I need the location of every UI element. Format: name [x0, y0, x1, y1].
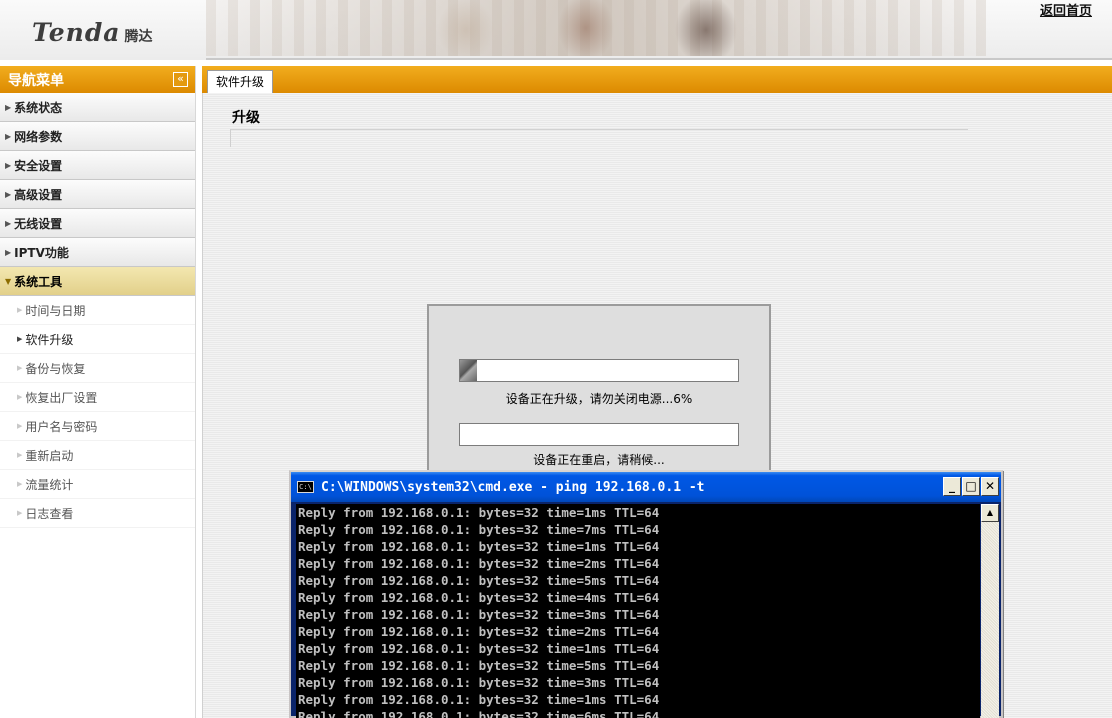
submenu-arrow-icon: ▶	[17, 509, 23, 517]
content-left-border	[202, 93, 203, 718]
sidebar-submenu-label: 备份与恢复	[25, 361, 86, 376]
sidebar-submenu-item[interactable]: ▶ 用户名与密码	[0, 412, 195, 441]
sidebar-submenu-label: 恢复出厂设置	[25, 390, 98, 405]
reboot-status-text: 设备正在重启，请稍候...	[533, 453, 665, 467]
nav-menu-list: ▶ 系统状态 ▶ 网络参数 ▶ 安全设置 ▶ 高级设置 ▶ 无线设置 ▶ IPTV功能 ▼ 系统工具 ▶ 时间…	[0, 93, 195, 528]
sidebar-submenu-item[interactable]: ▶ 软件升级	[0, 325, 195, 354]
section-divider	[230, 129, 968, 130]
collapsed-arrow-icon: ▶	[5, 189, 12, 199]
scroll-up-arrow-icon[interactable]: ▲	[981, 504, 999, 522]
upgrade-progress-bar	[459, 359, 739, 382]
submenu-arrow-icon: ▶	[17, 422, 23, 430]
cmd-scrollbar[interactable]: ▲	[981, 504, 999, 718]
sidebar-menu-item[interactable]: ▶ 高级设置	[0, 180, 195, 209]
reboot-progress-bar	[459, 423, 739, 446]
submenu-arrow-icon: ▶	[17, 335, 23, 343]
sidebar-menu-label: 网络参数	[14, 129, 63, 144]
sidebar-menu-item[interactable]: ▶ 网络参数	[0, 122, 195, 151]
sidebar-menu-label: 安全设置	[14, 158, 63, 173]
console-line: Reply from 192.168.0.1: bytes=32 time=2m…	[298, 556, 660, 571]
sidebar-submenu-item[interactable]: ▶ 恢复出厂设置	[0, 383, 195, 412]
submenu-arrow-icon: ▶	[17, 364, 23, 372]
sidebar: 导航菜单 « ▶ 系统状态 ▶ 网络参数 ▶ 安全设置 ▶ 高级设置 ▶ 无线设置 ▶ IPTV功能 ▼…	[0, 66, 196, 718]
sidebar-menu-item[interactable]: ▶ 无线设置	[0, 209, 195, 238]
console-line: Reply from 192.168.0.1: bytes=32 time=1m…	[298, 641, 660, 656]
expanded-arrow-icon: ▼	[5, 276, 12, 286]
sidebar-menu-label: IPTV功能	[14, 245, 69, 260]
collapsed-arrow-icon: ▶	[5, 131, 12, 141]
sidebar-menu-label: 高级设置	[14, 187, 63, 202]
upgrade-progress-dialog: 设备正在升级，请勿关闭电源...6% 设备正在重启，请稍候...	[427, 304, 771, 479]
upgrade-progress-fill	[460, 360, 477, 381]
maximize-button[interactable]: □	[962, 477, 980, 496]
minimize-button[interactable]: _	[943, 477, 961, 496]
collapsed-arrow-icon: ▶	[5, 218, 12, 228]
collapse-sidebar-icon[interactable]: «	[173, 72, 188, 87]
section-title: 升级	[232, 110, 260, 126]
console-line: Reply from 192.168.0.1: bytes=32 time=3m…	[298, 607, 660, 622]
tab-bar: 软件升级	[202, 66, 1112, 93]
cmd-titlebar[interactable]: C:\ C:\WINDOWS\system32\cmd.exe - ping 1…	[291, 472, 1001, 502]
sidebar-menu-item[interactable]: ▼ 系统工具	[0, 267, 195, 296]
close-button[interactable]: ✕	[981, 477, 999, 496]
sidebar-menu-label: 无线设置	[14, 216, 63, 231]
console-line: Reply from 192.168.0.1: bytes=32 time=6m…	[298, 709, 660, 718]
sidebar-menu-item[interactable]: ▶ IPTV功能	[0, 238, 195, 267]
upgrade-status-text: 设备正在升级，请勿关闭电源...6%	[505, 392, 693, 406]
header-banner-photo	[206, 0, 986, 56]
sidebar-submenu-label: 日志查看	[25, 506, 74, 521]
section-divider-vertical	[230, 129, 231, 147]
sidebar-submenu-item[interactable]: ▶ 备份与恢复	[0, 354, 195, 383]
console-line: Reply from 192.168.0.1: bytes=32 time=5m…	[298, 658, 660, 673]
submenu-arrow-icon: ▶	[17, 393, 23, 401]
tab-software-upgrade[interactable]: 软件升级	[207, 70, 274, 93]
nav-menu-title: 导航菜单	[8, 72, 64, 89]
cmd-window[interactable]: C:\ C:\WINDOWS\system32\cmd.exe - ping 1…	[289, 470, 1003, 718]
tenda-logo: Tenda 腾达	[32, 18, 153, 47]
console-line: Reply from 192.168.0.1: bytes=32 time=4m…	[298, 590, 660, 605]
collapsed-arrow-icon: ▶	[5, 102, 12, 112]
collapsed-arrow-icon: ▶	[5, 160, 12, 170]
sidebar-submenu-item[interactable]: ▶ 日志查看	[0, 499, 195, 528]
logo-text-cn: 腾达	[124, 29, 153, 45]
sidebar-submenu-label: 重新启动	[25, 448, 74, 463]
sidebar-menu-label: 系统工具	[14, 274, 63, 289]
collapsed-arrow-icon: ▶	[5, 247, 12, 257]
cmd-window-title: C:\WINDOWS\system32\cmd.exe - ping 192.1…	[321, 479, 705, 495]
nav-menu-header: 导航菜单 «	[0, 66, 195, 93]
submenu-arrow-icon: ▶	[17, 480, 23, 488]
console-line: Reply from 192.168.0.1: bytes=32 time=2m…	[298, 624, 660, 639]
sidebar-submenu-item[interactable]: ▶ 时间与日期	[0, 296, 195, 325]
submenu-arrow-icon: ▶	[17, 306, 23, 314]
sidebar-menu-item[interactable]: ▶ 安全设置	[0, 151, 195, 180]
console-line: Reply from 192.168.0.1: bytes=32 time=1m…	[298, 692, 660, 707]
cmd-console-output[interactable]: Reply from 192.168.0.1: bytes=32 time=1m…	[296, 504, 980, 718]
cmd-app-icon: C:\	[297, 481, 314, 493]
sidebar-submenu-label: 时间与日期	[25, 303, 86, 318]
sidebar-submenu-label: 流量统计	[25, 477, 74, 492]
sidebar-submenu-item[interactable]: ▶ 重新启动	[0, 441, 195, 470]
console-line: Reply from 192.168.0.1: bytes=32 time=1m…	[298, 505, 660, 520]
header: Tenda 腾达 返回首页	[0, 0, 1112, 60]
console-line: Reply from 192.168.0.1: bytes=32 time=7m…	[298, 522, 660, 537]
logo-text-en: Tenda	[32, 18, 121, 47]
sidebar-submenu-label: 用户名与密码	[25, 419, 98, 434]
submenu-arrow-icon: ▶	[17, 451, 23, 459]
console-line: Reply from 192.168.0.1: bytes=32 time=5m…	[298, 573, 660, 588]
console-line: Reply from 192.168.0.1: bytes=32 time=1m…	[298, 539, 660, 554]
home-link[interactable]: 返回首页	[1040, 0, 1092, 19]
sidebar-submenu-label: 软件升级	[25, 332, 74, 347]
console-line: Reply from 192.168.0.1: bytes=32 time=3m…	[298, 675, 660, 690]
sidebar-submenu-item[interactable]: ▶ 流量统计	[0, 470, 195, 499]
sidebar-menu-label: 系统状态	[14, 100, 63, 115]
header-divider	[206, 58, 1112, 60]
sidebar-menu-item[interactable]: ▶ 系统状态	[0, 93, 195, 122]
